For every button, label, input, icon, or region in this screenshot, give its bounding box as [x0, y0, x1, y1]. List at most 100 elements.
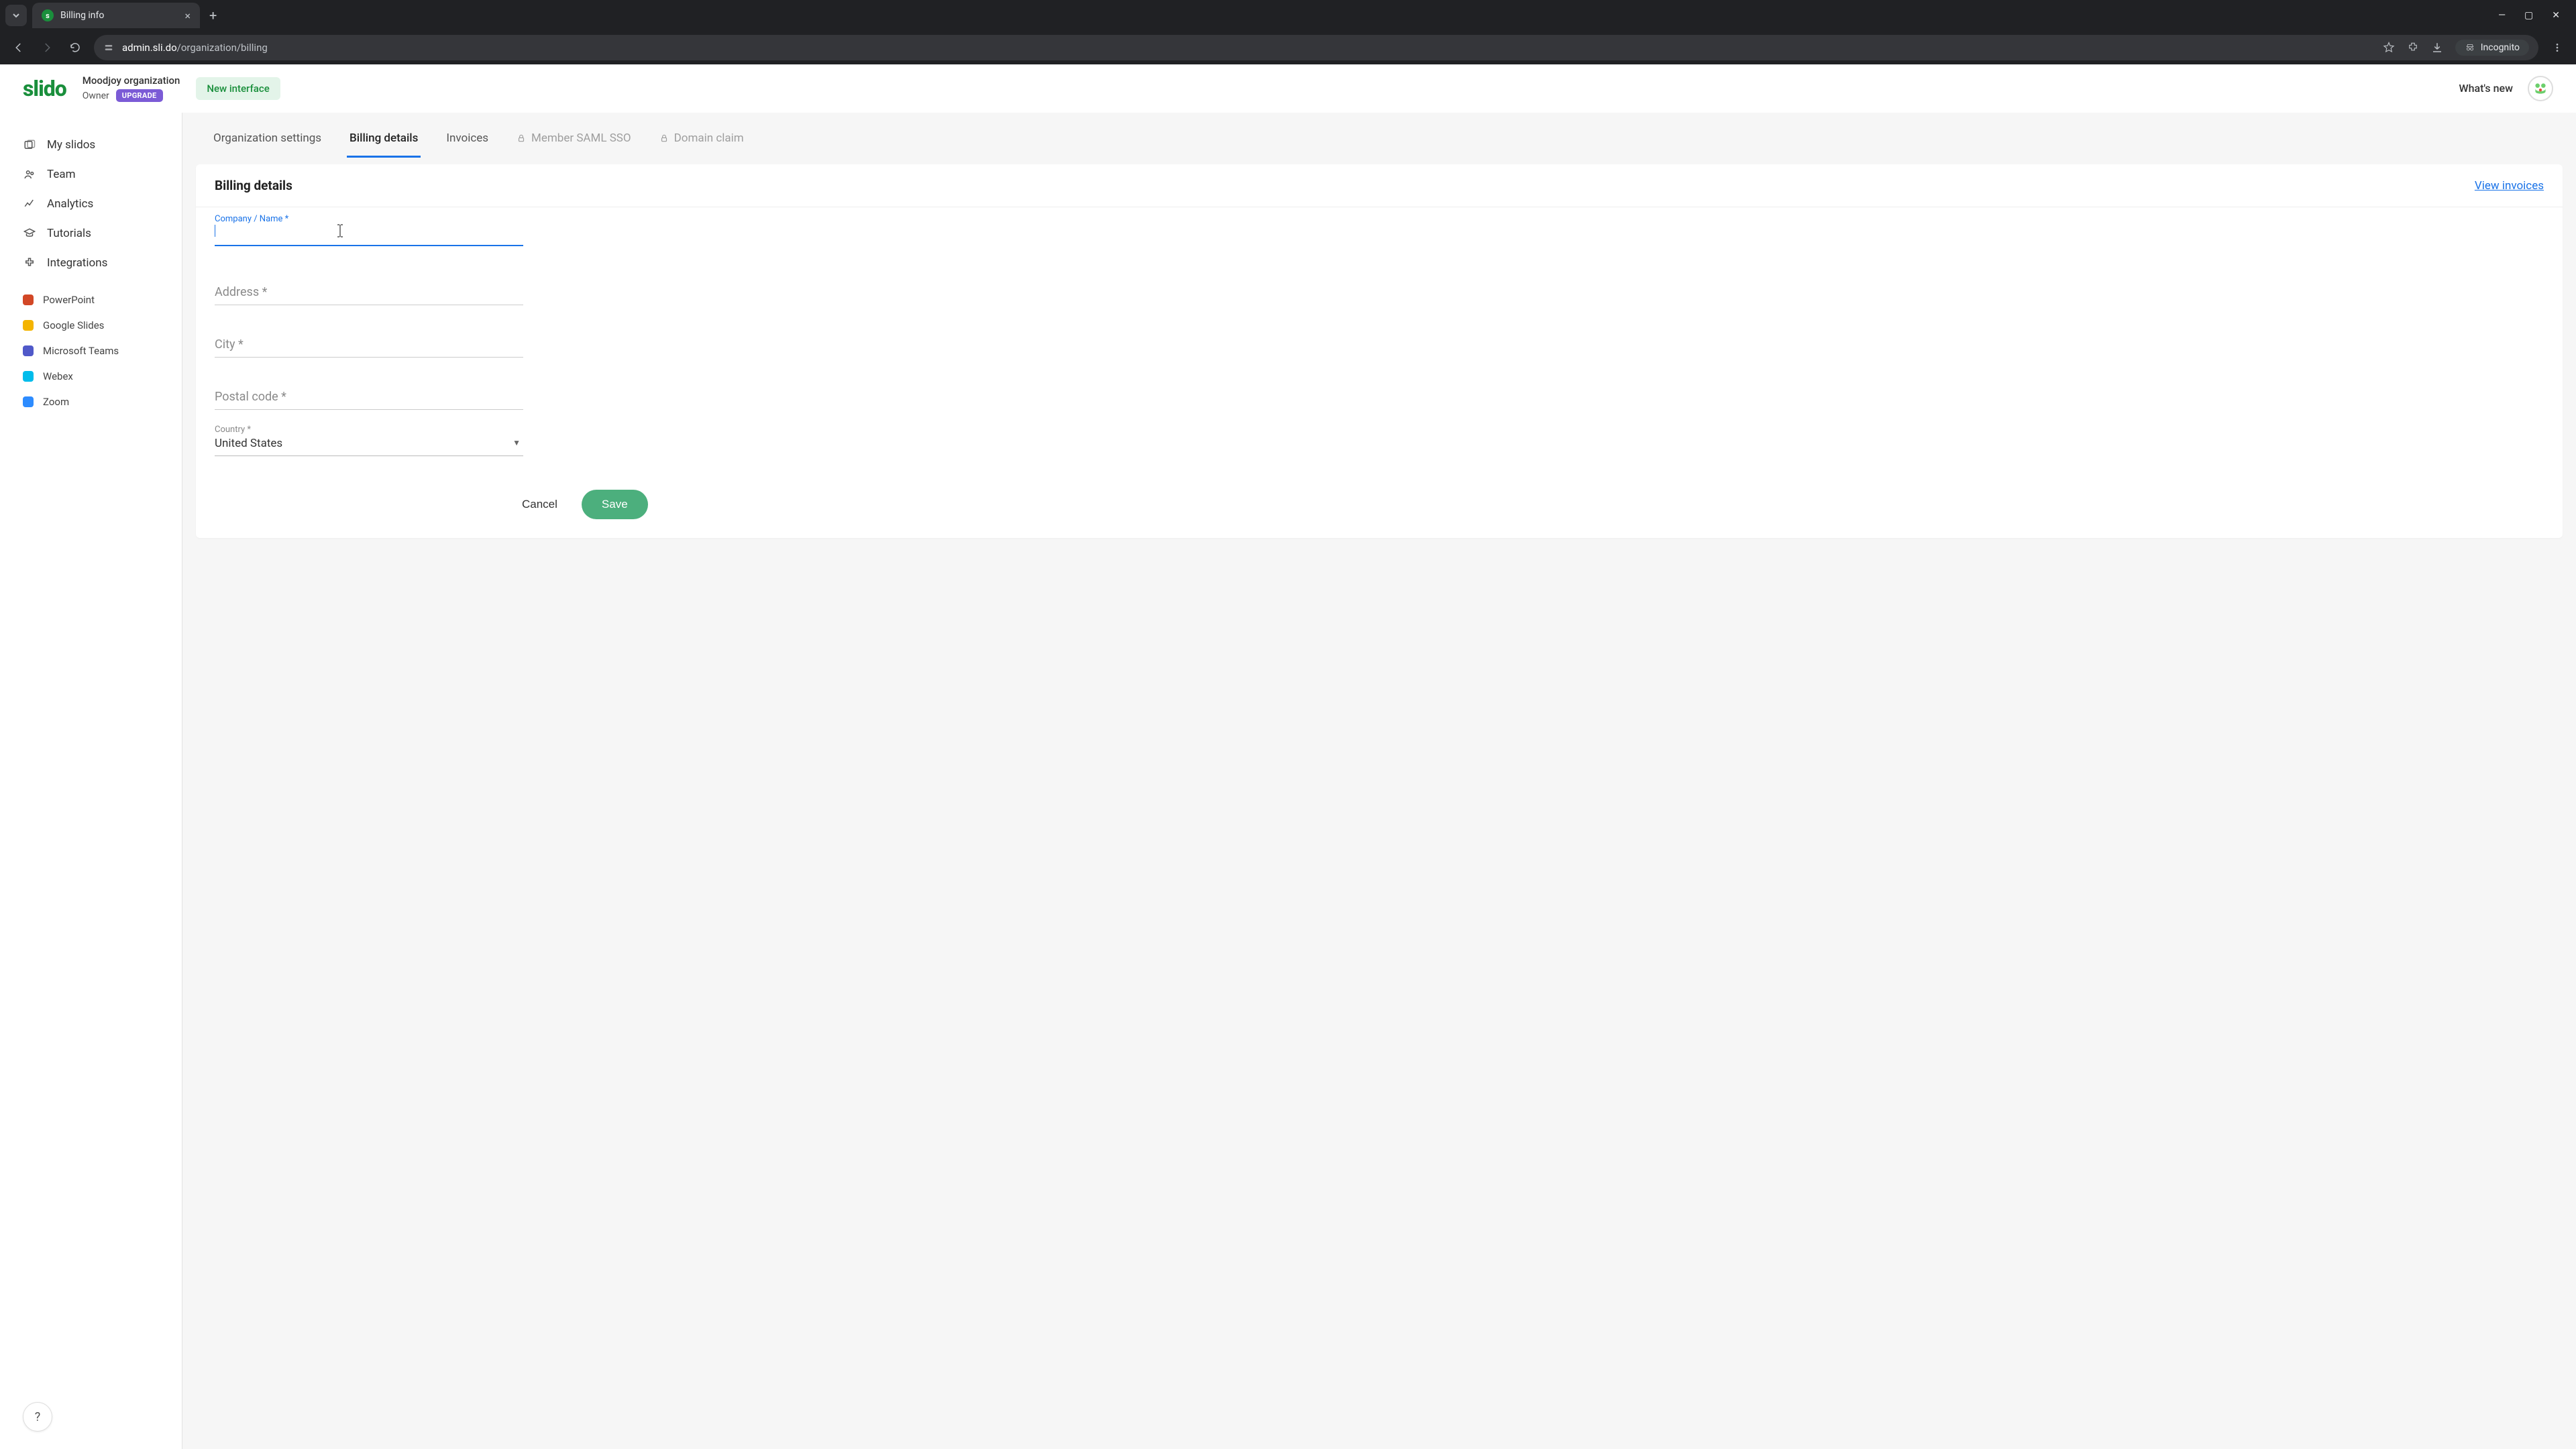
google-slides-icon — [23, 320, 34, 331]
cancel-button[interactable]: Cancel — [510, 490, 570, 519]
sidebar-label: Tutorials — [47, 227, 91, 240]
postal-field-wrapper: Postal code * — [215, 380, 687, 410]
new-tab-button[interactable]: + — [205, 7, 221, 23]
country-select[interactable]: United States — [215, 433, 523, 456]
org-name: Moodjoy organization — [83, 74, 180, 87]
teams-icon — [23, 345, 34, 356]
browser-toolbar: admin.sli.do/organization/billing Incogn… — [0, 31, 2576, 64]
address-input[interactable]: Address * — [215, 276, 523, 305]
slidos-icon — [23, 139, 36, 151]
back-button[interactable] — [9, 38, 28, 57]
sidebar-label: My slidos — [47, 138, 95, 152]
new-interface-button[interactable]: New interface — [196, 77, 280, 100]
integration-google-slides[interactable]: Google Slides — [0, 313, 182, 338]
integration-label: Webex — [43, 370, 73, 382]
form-actions: Cancel Save — [491, 482, 2563, 538]
bookmark-star-icon[interactable] — [2383, 42, 2395, 54]
card-header: Billing details View invoices — [196, 164, 2563, 207]
sidebar-label: Team — [47, 168, 76, 181]
integrations-icon — [23, 257, 36, 269]
tab-domain-claim[interactable]: Domain claim — [657, 125, 747, 158]
tab-search-dropdown[interactable] — [5, 5, 27, 26]
upgrade-badge[interactable]: UPGRADE — [116, 89, 163, 102]
help-icon: ? — [35, 1410, 41, 1424]
url-domain: admin.sli.do — [122, 42, 177, 54]
close-tab-icon[interactable]: × — [184, 9, 191, 22]
browser-menu-button[interactable] — [2548, 38, 2567, 57]
lock-icon — [517, 133, 526, 143]
browser-chrome: s Billing info × + — ▢ ✕ admin.sli.do/or… — [0, 0, 2576, 64]
url-path: /organization/billing — [177, 42, 268, 54]
app-root: slido Moodjoy organization Owner UPGRADE… — [0, 64, 2576, 1449]
sidebar-label: Analytics — [47, 197, 93, 211]
sidebar-item-analytics[interactable]: Analytics — [0, 189, 182, 219]
incognito-icon — [2465, 42, 2475, 53]
company-name-field: Company / Name * — [215, 222, 687, 246]
tab-label: Member SAML SSO — [531, 131, 631, 145]
forward-button[interactable] — [38, 38, 56, 57]
view-invoices-link[interactable]: View invoices — [2475, 179, 2544, 193]
user-avatar[interactable] — [2528, 76, 2553, 101]
site-settings-icon[interactable] — [103, 42, 114, 53]
integration-powerpoint[interactable]: PowerPoint — [0, 287, 182, 313]
billing-card: Billing details View invoices Company / … — [196, 164, 2563, 538]
reload-button[interactable] — [66, 38, 85, 57]
company-input[interactable] — [215, 222, 523, 246]
tab-invoices[interactable]: Invoices — [443, 125, 491, 158]
app-header: slido Moodjoy organization Owner UPGRADE… — [0, 64, 2576, 113]
tab-title: Billing info — [60, 10, 178, 21]
close-window-icon[interactable]: ✕ — [2552, 10, 2560, 21]
whats-new-link[interactable]: What's new — [2459, 82, 2513, 95]
sidebar-item-my-slidos[interactable]: My slidos — [0, 130, 182, 160]
kebab-menu-icon — [2552, 42, 2563, 53]
browser-tab[interactable]: s Billing info × — [32, 3, 200, 28]
integration-microsoft-teams[interactable]: Microsoft Teams — [0, 338, 182, 364]
sidebar-item-tutorials[interactable]: Tutorials — [0, 219, 182, 248]
card-title: Billing details — [215, 178, 292, 193]
avatar-frog-icon — [2532, 80, 2549, 97]
url-text: admin.sli.do/organization/billing — [122, 42, 268, 54]
address-field-wrapper: Address * — [215, 276, 687, 305]
save-button[interactable]: Save — [582, 490, 648, 519]
sidebar-item-team[interactable]: Team — [0, 160, 182, 189]
downloads-icon[interactable] — [2431, 42, 2443, 54]
webex-icon — [23, 371, 34, 382]
tab-favicon-icon: s — [42, 9, 54, 21]
minimize-icon[interactable]: — — [2498, 10, 2506, 21]
tab-organization-settings[interactable]: Organization settings — [211, 125, 324, 158]
powerpoint-icon — [23, 294, 34, 305]
tab-billing-details[interactable]: Billing details — [347, 125, 421, 158]
sidebar-item-integrations[interactable]: Integrations — [0, 248, 182, 278]
billing-form: Company / Name * Address * City * — [196, 207, 706, 482]
tab-strip: s Billing info × + — ▢ ✕ — [0, 0, 2576, 31]
tab-member-saml-sso[interactable]: Member SAML SSO — [514, 125, 634, 158]
arrow-left-icon — [13, 42, 25, 54]
city-input[interactable]: City * — [215, 328, 523, 358]
integration-zoom[interactable]: Zoom — [0, 389, 182, 415]
integration-label: PowerPoint — [43, 294, 95, 306]
reload-icon — [69, 42, 81, 54]
team-icon — [23, 168, 36, 180]
analytics-icon — [23, 198, 36, 210]
org-block: Moodjoy organization Owner UPGRADE — [83, 74, 180, 102]
sidebar: My slidos Team Analytics Tutorials Integ… — [0, 113, 182, 1449]
postal-input[interactable]: Postal code * — [215, 380, 523, 410]
extensions-icon[interactable] — [2407, 42, 2419, 54]
sidebar-label: Integrations — [47, 256, 107, 270]
lock-icon — [659, 133, 669, 143]
address-bar[interactable]: admin.sli.do/organization/billing Incogn… — [94, 35, 2538, 60]
slido-logo[interactable]: slido — [23, 76, 66, 101]
help-button[interactable]: ? — [23, 1402, 52, 1432]
integration-webex[interactable]: Webex — [0, 364, 182, 389]
incognito-indicator[interactable]: Incognito — [2455, 40, 2529, 56]
city-field-wrapper: City * — [215, 328, 687, 358]
maximize-icon[interactable]: ▢ — [2524, 10, 2533, 21]
integration-label: Microsoft Teams — [43, 345, 119, 357]
main-content: Organization settings Billing details In… — [182, 113, 2576, 1449]
zoom-icon — [23, 396, 34, 407]
tab-label: Domain claim — [674, 131, 744, 145]
arrow-right-icon — [41, 42, 53, 54]
chevron-down-icon: ▼ — [513, 438, 521, 447]
integration-label: Zoom — [43, 396, 69, 408]
chevron-down-icon — [12, 11, 20, 19]
